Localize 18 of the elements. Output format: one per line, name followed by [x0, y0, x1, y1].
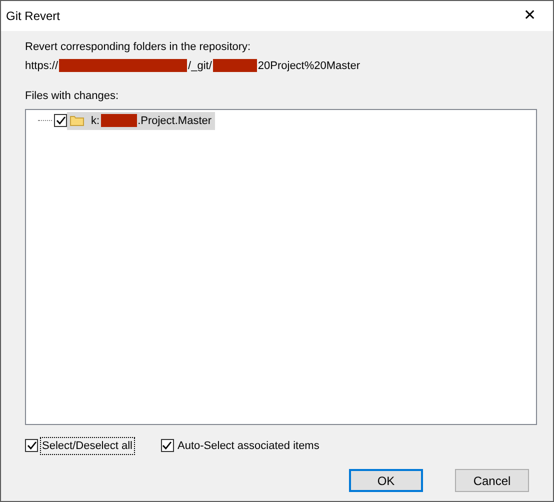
close-button[interactable]: ✕ [507, 1, 553, 31]
tree-connector [38, 120, 52, 122]
redaction-mark [212, 59, 257, 72]
dialog-button[interactable]: OK [349, 469, 423, 492]
repository-label: Revert corresponding folders in the repository: [25, 40, 252, 55]
option-checkbox[interactable]: Auto-Select associated items [160, 436, 322, 455]
url-text: https:// [25, 58, 58, 74]
files-label: Files with changes: [25, 89, 120, 104]
tree-item[interactable]: k: .Project.Master [67, 112, 215, 130]
checkbox[interactable] [54, 114, 67, 128]
folder-icon [70, 115, 84, 126]
url-text: /_git/ [188, 58, 212, 74]
dialog-button[interactable]: Cancel [455, 469, 529, 492]
check-icon [26, 441, 36, 450]
check-icon [56, 116, 66, 126]
window-title: Git Revert [6, 8, 60, 25]
url-text: 20Project%20Master [258, 58, 360, 74]
check-icon [162, 441, 172, 450]
